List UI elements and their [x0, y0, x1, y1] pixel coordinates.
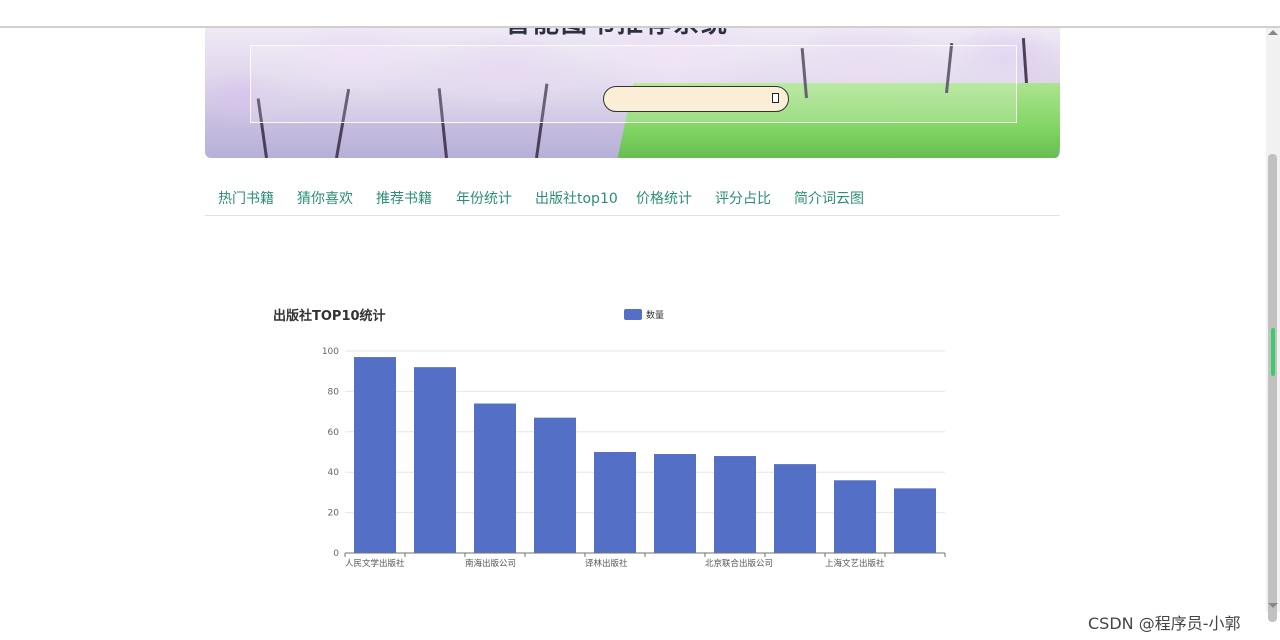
chart-axes: 0 20 40 60 80 100 人民文学出版社 南海出版公司 译林出版社 北京联合出版公司 上海…: [322, 347, 946, 569]
nav-item-publisher-top10[interactable]: 出版社top10: [535, 188, 618, 208]
nav-item-recommended-books[interactable]: 推荐书籍: [376, 188, 432, 208]
bar: [714, 456, 756, 553]
x-tick-label: 人民文学出版社: [345, 558, 405, 569]
nav-item-wordcloud[interactable]: 简介词云图: [794, 188, 864, 208]
bar: [774, 464, 816, 553]
bar: [894, 488, 936, 553]
header-banner: 智能图书推荐系统: [205, 28, 1060, 158]
nav-item-price-stats[interactable]: 价格统计: [636, 188, 692, 208]
scroll-down-arrow-icon[interactable]: [1268, 603, 1278, 608]
bar: [474, 403, 516, 553]
y-tick-label: 80: [328, 387, 340, 397]
y-tick-label: 60: [328, 428, 340, 438]
y-tick-label: 40: [328, 468, 340, 478]
chart-title: 出版社TOP10统计: [273, 308, 386, 324]
chart-bars: [354, 357, 936, 553]
x-tick-label: 北京联合出版公司: [705, 558, 773, 569]
bar: [594, 452, 636, 553]
scrollbar-thumb[interactable]: [1268, 154, 1277, 622]
x-tick-label: 南海出版公司: [465, 558, 516, 569]
nav-item-hot-books[interactable]: 热门书籍: [218, 188, 274, 208]
nav-item-rating-share[interactable]: 评分占比: [715, 188, 771, 208]
legend-swatch: [624, 309, 642, 320]
x-tick-label: 译林出版社: [585, 558, 628, 569]
main-navigation: 热门书籍 猜你喜欢 推荐书籍 年份统计 出版社top10 价格统计 评分占比 简…: [205, 178, 1060, 216]
legend-label[interactable]: 数量: [646, 309, 664, 321]
bar: [654, 454, 696, 553]
nav-item-year-stats[interactable]: 年份统计: [456, 188, 512, 208]
y-tick-label: 0: [333, 549, 339, 559]
scroll-position-indicator: [1271, 328, 1275, 376]
site-title-container: 智能图书推荐系统: [505, 28, 765, 38]
vertical-scrollbar[interactable]: [1266, 28, 1280, 622]
bar: [414, 367, 456, 553]
bar: [834, 480, 876, 553]
x-tick-label: 上海文艺出版社: [825, 558, 885, 569]
bar: [354, 357, 396, 553]
search-panel: [250, 45, 1017, 123]
site-title: 智能图书推荐系统: [505, 28, 765, 38]
search-input[interactable]: [603, 86, 789, 112]
search-icon[interactable]: [772, 93, 779, 103]
chart-grid: [345, 350, 945, 514]
y-tick-label: 20: [328, 509, 340, 519]
watermark: CSDN @程序员-小郭: [1088, 614, 1241, 633]
nav-item-guess-you-like[interactable]: 猜你喜欢: [297, 188, 353, 208]
scroll-up-arrow-icon[interactable]: [1268, 30, 1278, 35]
y-tick-label: 100: [322, 347, 339, 357]
bar: [534, 417, 576, 553]
